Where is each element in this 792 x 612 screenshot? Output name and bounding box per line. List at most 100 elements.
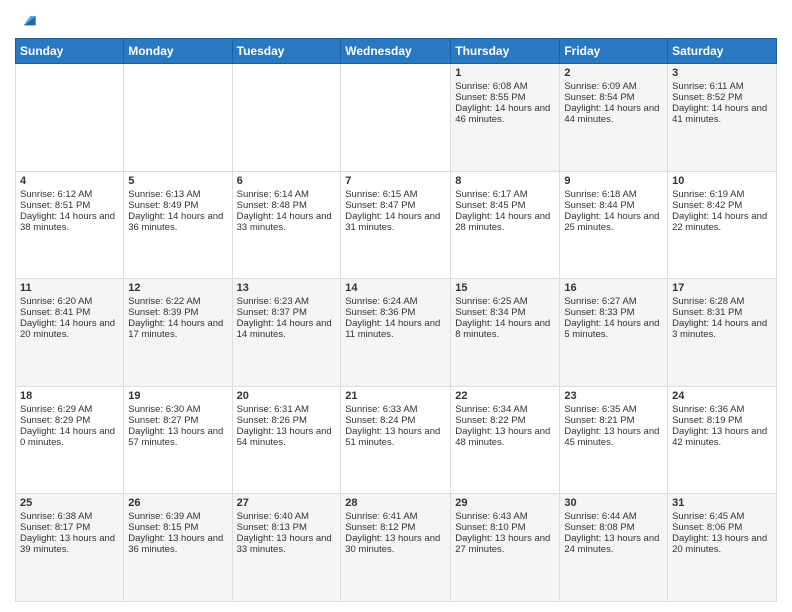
day-info: Sunset: 8:31 PM bbox=[672, 307, 772, 318]
day-info: Sunrise: 6:23 AM bbox=[237, 296, 337, 307]
day-number: 25 bbox=[20, 497, 119, 509]
day-header-monday: Monday bbox=[124, 39, 232, 64]
calendar-cell: 6Sunrise: 6:14 AMSunset: 8:48 PMDaylight… bbox=[232, 171, 341, 279]
calendar: SundayMondayTuesdayWednesdayThursdayFrid… bbox=[15, 38, 777, 602]
day-info: Sunset: 8:55 PM bbox=[455, 92, 555, 103]
calendar-cell: 29Sunrise: 6:43 AMSunset: 8:10 PMDayligh… bbox=[451, 494, 560, 602]
day-info: Sunrise: 6:24 AM bbox=[345, 296, 446, 307]
day-number: 29 bbox=[455, 497, 555, 509]
calendar-cell: 17Sunrise: 6:28 AMSunset: 8:31 PMDayligh… bbox=[668, 279, 777, 387]
day-number: 24 bbox=[672, 390, 772, 402]
day-info: Sunset: 8:47 PM bbox=[345, 200, 446, 211]
calendar-cell: 8Sunrise: 6:17 AMSunset: 8:45 PMDaylight… bbox=[451, 171, 560, 279]
day-info: Sunrise: 6:29 AM bbox=[20, 404, 119, 415]
calendar-cell: 22Sunrise: 6:34 AMSunset: 8:22 PMDayligh… bbox=[451, 386, 560, 494]
day-info: Sunrise: 6:33 AM bbox=[345, 404, 446, 415]
page: SundayMondayTuesdayWednesdayThursdayFrid… bbox=[0, 0, 792, 612]
day-info: Sunset: 8:36 PM bbox=[345, 307, 446, 318]
day-info: Daylight: 13 hours and 45 minutes. bbox=[564, 426, 663, 448]
calendar-cell: 3Sunrise: 6:11 AMSunset: 8:52 PMDaylight… bbox=[668, 64, 777, 172]
calendar-cell: 27 Sunrise: 6:40 AMSunset: 8:13 PMDayligh… bbox=[232, 494, 341, 602]
day-number: 17 bbox=[672, 282, 772, 294]
calendar-cell: 11Sunrise: 6:20 AMSunset: 8:41 PMDayligh… bbox=[16, 279, 124, 387]
day-info: Daylight: 13 hours and 57 minutes. bbox=[128, 426, 227, 448]
day-number: 8 bbox=[455, 175, 555, 187]
day-number: 11 bbox=[20, 282, 119, 294]
calendar-cell: 9Sunrise: 6:18 AMSunset: 8:44 PMDaylight… bbox=[560, 171, 668, 279]
day-info: Sunset: 8:15 PM bbox=[128, 522, 227, 533]
day-info: Sunrise: 6:31 AM bbox=[237, 404, 337, 415]
day-info: Daylight: 14 hours and 36 minutes. bbox=[128, 211, 227, 233]
week-row-2: 4Sunrise: 6:12 AMSunset: 8:51 PMDaylight… bbox=[16, 171, 777, 279]
calendar-table: SundayMondayTuesdayWednesdayThursdayFrid… bbox=[15, 38, 777, 602]
calendar-cell: 31Sunrise: 6:45 AMSunset: 8:06 PMDayligh… bbox=[668, 494, 777, 602]
calendar-cell: 12Sunrise: 6:22 AMSunset: 8:39 PMDayligh… bbox=[124, 279, 232, 387]
week-row-4: 18Sunrise: 6:29 AMSunset: 8:29 PMDayligh… bbox=[16, 386, 777, 494]
day-info: Daylight: 13 hours and 30 minutes. bbox=[345, 533, 446, 555]
day-info: Sunset: 8:52 PM bbox=[672, 92, 772, 103]
day-number: 14 bbox=[345, 282, 446, 294]
day-info: Sunset: 8:22 PM bbox=[455, 415, 555, 426]
day-info: Sunrise: 6:14 AM bbox=[237, 189, 337, 200]
day-info: Sunrise: 6:40 AM bbox=[237, 511, 337, 522]
day-info: Sunrise: 6:19 AM bbox=[672, 189, 772, 200]
day-info: Daylight: 14 hours and 0 minutes. bbox=[20, 426, 119, 448]
day-number: 19 bbox=[128, 390, 227, 402]
day-number: 26 bbox=[128, 497, 227, 509]
calendar-cell: 1Sunrise: 6:08 AMSunset: 8:55 PMDaylight… bbox=[451, 64, 560, 172]
day-header-friday: Friday bbox=[560, 39, 668, 64]
day-header-thursday: Thursday bbox=[451, 39, 560, 64]
day-info: Daylight: 14 hours and 11 minutes. bbox=[345, 318, 446, 340]
day-info: Sunset: 8:29 PM bbox=[20, 415, 119, 426]
day-info: Sunset: 8:33 PM bbox=[564, 307, 663, 318]
day-info: Sunset: 8:54 PM bbox=[564, 92, 663, 103]
day-info: Sunset: 8:48 PM bbox=[237, 200, 337, 211]
calendar-cell: 24Sunrise: 6:36 AMSunset: 8:19 PMDayligh… bbox=[668, 386, 777, 494]
day-info: Sunrise: 6:36 AM bbox=[672, 404, 772, 415]
calendar-cell: 19Sunrise: 6:30 AMSunset: 8:27 PMDayligh… bbox=[124, 386, 232, 494]
calendar-cell bbox=[124, 64, 232, 172]
day-number: 4 bbox=[20, 175, 119, 187]
day-number: 10 bbox=[672, 175, 772, 187]
day-info: Sunset: 8:27 PM bbox=[128, 415, 227, 426]
day-info: Daylight: 13 hours and 33 minutes. bbox=[237, 533, 337, 555]
calendar-cell bbox=[16, 64, 124, 172]
day-info: Daylight: 14 hours and 17 minutes. bbox=[128, 318, 227, 340]
day-number: 16 bbox=[564, 282, 663, 294]
calendar-cell: 4Sunrise: 6:12 AMSunset: 8:51 PMDaylight… bbox=[16, 171, 124, 279]
calendar-cell: 2Sunrise: 6:09 AMSunset: 8:54 PMDaylight… bbox=[560, 64, 668, 172]
calendar-cell: 28Sunrise: 6:41 AMSunset: 8:12 PMDayligh… bbox=[341, 494, 451, 602]
day-info: Sunrise: 6:44 AM bbox=[564, 511, 663, 522]
day-info: Sunset: 8:24 PM bbox=[345, 415, 446, 426]
day-info: Sunrise: 6:15 AM bbox=[345, 189, 446, 200]
day-info: Sunrise: 6:18 AM bbox=[564, 189, 663, 200]
header bbox=[15, 10, 777, 30]
day-info: Daylight: 14 hours and 44 minutes. bbox=[564, 103, 663, 125]
day-number: 18 bbox=[20, 390, 119, 402]
calendar-cell: 13Sunrise: 6:23 AMSunset: 8:37 PMDayligh… bbox=[232, 279, 341, 387]
day-info: Daylight: 13 hours and 48 minutes. bbox=[455, 426, 555, 448]
day-number: 1 bbox=[455, 67, 555, 79]
day-info: Sunrise: 6:34 AM bbox=[455, 404, 555, 415]
calendar-cell: 21Sunrise: 6:33 AMSunset: 8:24 PMDayligh… bbox=[341, 386, 451, 494]
day-info: Sunrise: 6:43 AM bbox=[455, 511, 555, 522]
calendar-cell: 16Sunrise: 6:27 AMSunset: 8:33 PMDayligh… bbox=[560, 279, 668, 387]
day-info: Daylight: 14 hours and 3 minutes. bbox=[672, 318, 772, 340]
calendar-cell: 26Sunrise: 6:39 AMSunset: 8:15 PMDayligh… bbox=[124, 494, 232, 602]
day-info: Sunrise: 6:35 AM bbox=[564, 404, 663, 415]
day-number: 5 bbox=[128, 175, 227, 187]
day-info: Sunrise: 6:38 AM bbox=[20, 511, 119, 522]
day-number: 30 bbox=[564, 497, 663, 509]
calendar-cell: 23Sunrise: 6:35 AMSunset: 8:21 PMDayligh… bbox=[560, 386, 668, 494]
day-info: Sunset: 8:10 PM bbox=[455, 522, 555, 533]
day-info: Daylight: 14 hours and 8 minutes. bbox=[455, 318, 555, 340]
day-info: Daylight: 13 hours and 39 minutes. bbox=[20, 533, 119, 555]
day-info: Sunrise: 6:20 AM bbox=[20, 296, 119, 307]
day-info: Sunrise: 6:09 AM bbox=[564, 81, 663, 92]
day-number: 20 bbox=[237, 390, 337, 402]
day-info: Sunset: 8:39 PM bbox=[128, 307, 227, 318]
day-number: 27 bbox=[237, 497, 337, 509]
day-info: Sunset: 8:13 PM bbox=[237, 522, 337, 533]
day-info: Sunrise: 6:22 AM bbox=[128, 296, 227, 307]
day-info: Daylight: 13 hours and 24 minutes. bbox=[564, 533, 663, 555]
